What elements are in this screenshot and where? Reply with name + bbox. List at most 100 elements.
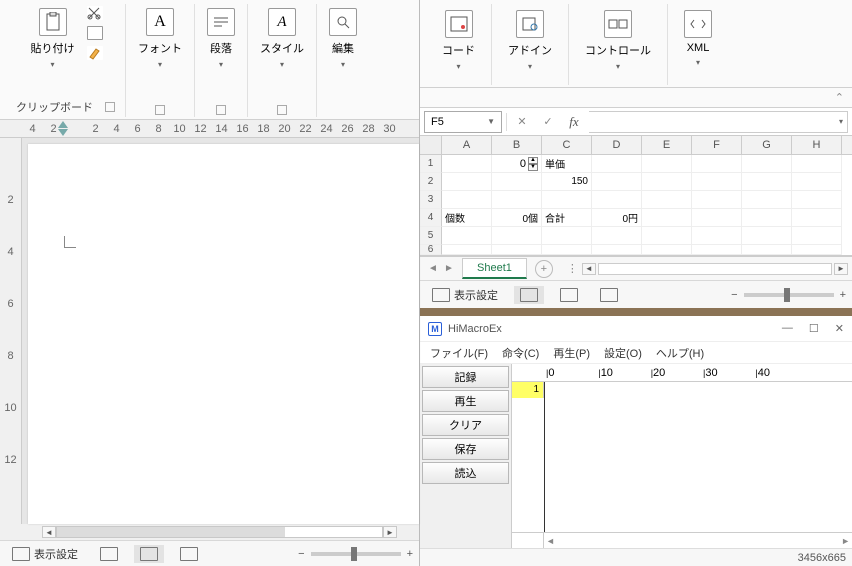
titlebar[interactable]: M HiMacroEx — ☐ ✕ — [420, 316, 852, 342]
row-header[interactable]: 3 — [420, 191, 442, 209]
row-header[interactable]: 4 — [420, 209, 442, 227]
maximize-button[interactable]: ☐ — [809, 322, 819, 335]
page-break-view-button[interactable] — [594, 286, 624, 304]
sheet-hscroll-track[interactable] — [598, 263, 832, 275]
col-header[interactable]: G — [742, 136, 792, 154]
formula-input[interactable]: ▾ — [589, 111, 848, 133]
col-header[interactable]: C — [542, 136, 592, 154]
hscroll-left[interactable]: ◄ — [42, 526, 56, 538]
menu-settings[interactable]: 設定(O) — [604, 345, 642, 361]
cell[interactable]: 0個 — [492, 209, 542, 227]
load-button[interactable]: 読込 — [422, 462, 509, 484]
cell[interactable]: 0▲▼ — [492, 155, 542, 173]
row-header[interactable]: 2 — [420, 173, 442, 191]
col-header[interactable]: F — [692, 136, 742, 154]
cell[interactable]: 単価 — [542, 155, 592, 173]
sheet-tab[interactable]: Sheet1 — [462, 258, 527, 279]
minimize-button[interactable]: — — [782, 322, 793, 335]
record-button[interactable]: 記録 — [422, 366, 509, 388]
zoom-slider-knob[interactable] — [351, 547, 357, 561]
cell[interactable] — [592, 155, 642, 173]
menu-play[interactable]: 再生(P) — [553, 345, 590, 361]
zoom-control[interactable]: − + — [298, 548, 413, 560]
styles-dialog-launcher[interactable] — [277, 105, 287, 115]
tab-nav-last[interactable]: ► — [442, 262, 456, 276]
fx-icon[interactable]: fx — [563, 112, 585, 132]
excel-zoom-control[interactable]: − + — [731, 289, 846, 301]
paste-button[interactable]: 貼り付け ▾ — [29, 6, 77, 71]
macro-editor[interactable]: 1 — [512, 382, 852, 532]
menu-file[interactable]: ファイル(F) — [430, 345, 488, 361]
cell[interactable] — [692, 155, 742, 173]
copy-icon[interactable] — [87, 26, 103, 40]
paragraph-button[interactable]: 段落 ▾ — [205, 6, 237, 71]
cut-icon[interactable] — [87, 6, 103, 20]
col-header[interactable]: E — [642, 136, 692, 154]
play-button[interactable]: 再生 — [422, 390, 509, 412]
row-header[interactable]: 6 — [420, 245, 442, 255]
sheet-hscroll-right[interactable]: ► — [834, 263, 848, 275]
cell[interactable] — [792, 155, 842, 173]
zoom-out-button[interactable]: − — [298, 548, 304, 560]
zoom-slider-knob[interactable] — [784, 288, 790, 302]
ribbon-collapse-icon[interactable]: ⌃ — [835, 91, 844, 104]
indent-marker-bottom[interactable] — [58, 129, 68, 136]
menu-command[interactable]: 命令(C) — [502, 345, 539, 361]
menu-help[interactable]: ヘルプ(H) — [656, 345, 704, 361]
tab-nav-first[interactable]: ◄ — [426, 262, 440, 276]
page-layout-view-button[interactable] — [554, 286, 584, 304]
spreadsheet-grid[interactable]: A B C D E F G H 1 0▲▼ 単価 2 150 3 — [420, 136, 852, 256]
col-header[interactable]: B — [492, 136, 542, 154]
row-header[interactable]: 1 — [420, 155, 442, 173]
cell[interactable]: 0円 — [592, 209, 642, 227]
vertical-ruler[interactable]: 24681012 — [0, 138, 22, 524]
editing-button[interactable]: 編集 ▾ — [327, 6, 359, 71]
xml-button[interactable]: XML▾ — [682, 8, 714, 69]
chevron-down-icon[interactable]: ▼ — [487, 117, 495, 126]
paragraph-dialog-launcher[interactable] — [216, 105, 226, 115]
font-dialog-launcher[interactable] — [155, 105, 165, 115]
excel-display-settings-button[interactable]: 表示設定 — [426, 285, 504, 305]
hscroll-right[interactable]: ► — [383, 526, 397, 538]
horizontal-scrollbar[interactable] — [56, 526, 383, 538]
cell[interactable]: 個数 — [442, 209, 492, 227]
indent-marker-top[interactable] — [58, 121, 68, 128]
clipboard-dialog-launcher[interactable] — [105, 102, 115, 112]
zoom-out-button[interactable]: − — [731, 289, 737, 301]
format-painter-icon[interactable] — [87, 46, 103, 60]
cell[interactable]: 150 — [542, 173, 592, 191]
select-all-corner[interactable] — [420, 136, 442, 154]
cell[interactable] — [642, 155, 692, 173]
horizontal-ruler[interactable]: 4224681012141618202224262830 — [0, 120, 419, 138]
row-header[interactable]: 5 — [420, 227, 442, 245]
name-box[interactable]: F5 ▼ — [424, 111, 502, 133]
font-button[interactable]: A フォント ▾ — [136, 6, 184, 71]
normal-view-button[interactable] — [514, 286, 544, 304]
col-header[interactable]: A — [442, 136, 492, 154]
close-button[interactable]: ✕ — [835, 322, 844, 335]
save-button[interactable]: 保存 — [422, 438, 509, 460]
display-settings-button[interactable]: 表示設定 — [6, 544, 84, 564]
macro-hscroll[interactable]: ◄► — [544, 532, 852, 548]
zoom-in-button[interactable]: + — [840, 289, 846, 301]
addin-button[interactable]: アドイン▾ — [506, 8, 554, 73]
enter-formula-icon[interactable]: ✓ — [537, 112, 559, 132]
print-layout-button[interactable] — [134, 545, 164, 563]
clear-button[interactable]: クリア — [422, 414, 509, 436]
read-mode-button[interactable] — [94, 545, 124, 563]
code-button[interactable]: コード▾ — [440, 8, 477, 73]
document-area[interactable] — [22, 138, 419, 524]
expand-formula-icon[interactable]: ▾ — [839, 117, 843, 126]
sheet-hscroll-left[interactable]: ◄ — [582, 263, 596, 275]
controls-button[interactable]: コントロール▾ — [583, 8, 653, 73]
cancel-formula-icon[interactable]: ✕ — [511, 112, 533, 132]
web-layout-button[interactable] — [174, 545, 204, 563]
spinner[interactable]: ▲▼ — [528, 157, 538, 171]
zoom-in-button[interactable]: + — [407, 548, 413, 560]
col-header[interactable]: H — [792, 136, 842, 154]
col-header[interactable]: D — [592, 136, 642, 154]
add-sheet-button[interactable]: + — [535, 260, 553, 278]
cell[interactable] — [742, 155, 792, 173]
styles-button[interactable]: A スタイル ▾ — [258, 6, 306, 71]
tab-overflow-icon[interactable]: ⋮ — [567, 262, 578, 275]
